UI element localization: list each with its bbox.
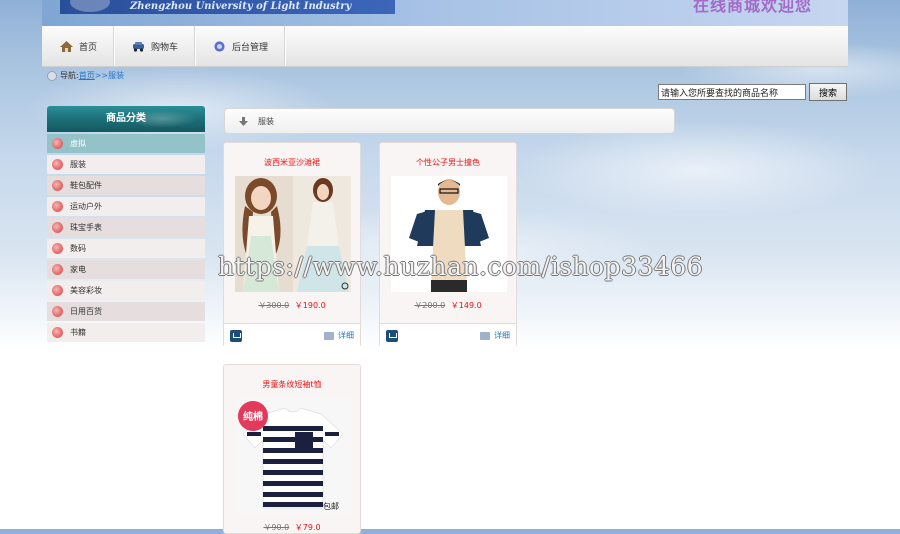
sidebar-item-shoes-bags[interactable]: 鞋包配件 <box>47 176 205 195</box>
home-icon <box>60 40 73 52</box>
nav-cart-label: 购物车 <box>151 42 179 53</box>
product-image[interactable] <box>235 176 351 292</box>
bullet-icon <box>52 243 63 254</box>
product-image[interactable]: 纯棉 包邮 <box>235 398 351 514</box>
product-name[interactable]: 男童条纹短袖t恤 <box>224 379 360 390</box>
sidebar-item-label: 鞋包配件 <box>70 181 102 190</box>
category-sidebar-title: 商品分类 <box>47 106 205 132</box>
sidebar-item-digital[interactable]: 数码 <box>47 239 205 258</box>
bullet-icon <box>52 159 63 170</box>
product-detail-link[interactable]: 详细 <box>480 330 510 341</box>
product-badge: 纯棉 <box>243 410 263 423</box>
product-corner-text: 包邮 <box>323 501 339 511</box>
breadcrumb-home-link[interactable]: 首页 <box>79 70 95 81</box>
nav-cart[interactable]: 购物车 <box>114 26 196 66</box>
product-card-actions: 详细 <box>380 323 516 347</box>
sidebar-item-label: 美容彩妆 <box>70 286 102 295</box>
site-banner: Zhengzhou University of Light Industry 在… <box>42 0 848 26</box>
product-prices: ￥200.0 ￥149.0 <box>380 300 516 311</box>
sidebar-item-label: 服装 <box>70 160 86 169</box>
nav-home[interactable]: 首页 <box>42 26 115 66</box>
add-to-cart-icon[interactable] <box>230 329 242 342</box>
sidebar-item-clothing[interactable]: 服装 <box>47 155 205 174</box>
product-old-price: ￥90.0 <box>263 523 290 532</box>
product-detail-link[interactable]: 详细 <box>324 330 354 341</box>
sidebar-item-label: 家电 <box>70 265 86 274</box>
product-name[interactable]: 个性公子男士撞色 <box>380 157 516 168</box>
sidebar-item-label: 运动户外 <box>70 202 102 211</box>
product-card: 个性公子男士撞色 ￥200.0 ￥149.0 详细 <box>379 142 517 347</box>
main-navbar: 首页 购物车 后台管理 <box>42 26 848 67</box>
sidebar-item-outdoor[interactable]: 运动户外 <box>47 197 205 216</box>
product-new-price: ￥149.0 <box>450 301 482 310</box>
product-old-price: ￥300.0 <box>258 301 290 310</box>
detail-icon <box>324 331 334 340</box>
sidebar-item-virtual[interactable]: 虚拟 <box>47 134 205 153</box>
bullet-icon <box>52 222 63 233</box>
search-button[interactable]: 搜索 <box>809 83 847 101</box>
sidebar-item-label: 珠宝手表 <box>70 223 102 232</box>
bullet-icon <box>52 285 63 296</box>
product-detail-label: 详细 <box>494 331 510 340</box>
search-bar: 搜索 <box>658 83 847 101</box>
section-title: 服装 <box>258 116 274 126</box>
product-new-price: ￥79.0 <box>294 523 321 532</box>
sidebar-item-label: 虚拟 <box>70 139 86 148</box>
breadcrumb-separator: >> <box>94 71 109 80</box>
nav-admin[interactable]: 后台管理 <box>195 26 286 66</box>
bullet-icon <box>52 264 63 275</box>
arrow-down-icon <box>239 116 248 126</box>
add-to-cart-icon[interactable] <box>386 329 398 342</box>
product-detail-label: 详细 <box>338 331 354 340</box>
product-card-actions: 详细 <box>224 323 360 347</box>
product-photo-polo <box>391 176 507 292</box>
product-name[interactable]: 波西米亚沙滩裙 <box>224 157 360 168</box>
sidebar-item-label: 数码 <box>70 244 86 253</box>
nav-home-label: 首页 <box>79 42 98 53</box>
product-prices: ￥90.0 ￥79.0 <box>224 522 360 533</box>
breadcrumb-icon <box>47 70 57 81</box>
bullet-icon <box>52 306 63 317</box>
sidebar-item-beauty[interactable]: 美容彩妆 <box>47 281 205 300</box>
product-image[interactable] <box>391 176 507 292</box>
breadcrumb: 导航: 首页 >> 服装 <box>47 70 124 81</box>
bullet-icon <box>52 327 63 338</box>
sidebar-item-jewelry[interactable]: 珠宝手表 <box>47 218 205 237</box>
product-old-price: ￥200.0 <box>414 301 446 310</box>
detail-icon <box>480 331 490 340</box>
product-prices: ￥300.0 ￥190.0 <box>224 300 360 311</box>
nav-admin-label: 后台管理 <box>232 42 269 53</box>
bullet-icon <box>52 180 63 191</box>
product-new-price: ￥190.0 <box>294 301 326 310</box>
breadcrumb-current: 服装 <box>108 71 125 80</box>
product-card: 波西米亚沙滩裙 ￥300.0 ￥190.0 详细 <box>223 142 361 347</box>
banner-slogan: 在线商城欢迎您 <box>692 0 812 15</box>
sidebar-item-appliances[interactable]: 家电 <box>47 260 205 279</box>
section-title-bar: 服装 <box>224 108 675 134</box>
category-sidebar: 商品分类 虚拟 服装 鞋包配件 运动户外 珠宝手表 数码 家电 美容彩妆 日用百… <box>47 106 205 342</box>
search-input[interactable] <box>658 84 806 100</box>
product-card: 男童条纹短袖t恤 纯棉 包邮 ￥90.0 ￥79.0 <box>223 364 361 534</box>
university-logo: Zhengzhou University of Light Industry <box>60 0 395 14</box>
bullet-icon <box>52 138 63 149</box>
sidebar-item-books[interactable]: 书籍 <box>47 323 205 342</box>
sidebar-item-daily-goods[interactable]: 日用百货 <box>47 302 205 321</box>
sidebar-item-label: 书籍 <box>70 328 86 337</box>
sidebar-item-label: 日用百货 <box>70 307 102 316</box>
university-name: Zhengzhou University of Light Industry <box>130 1 352 12</box>
admin-icon <box>214 40 225 52</box>
product-photo-dress <box>235 176 351 292</box>
product-photo-tshirt: 纯棉 包邮 <box>235 398 351 514</box>
car-icon <box>133 41 145 52</box>
breadcrumb-prefix: 导航: <box>60 71 79 80</box>
bullet-icon <box>52 201 63 212</box>
